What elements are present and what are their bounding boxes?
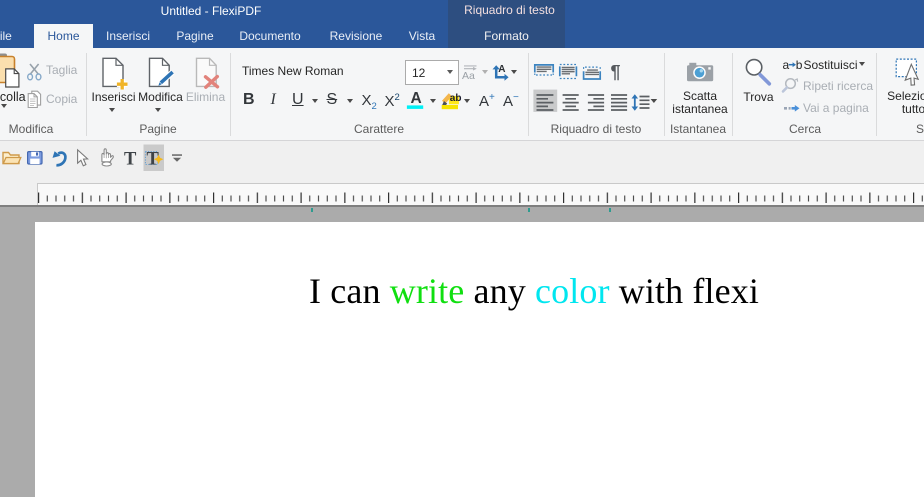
svg-text:T: T	[124, 150, 137, 170]
